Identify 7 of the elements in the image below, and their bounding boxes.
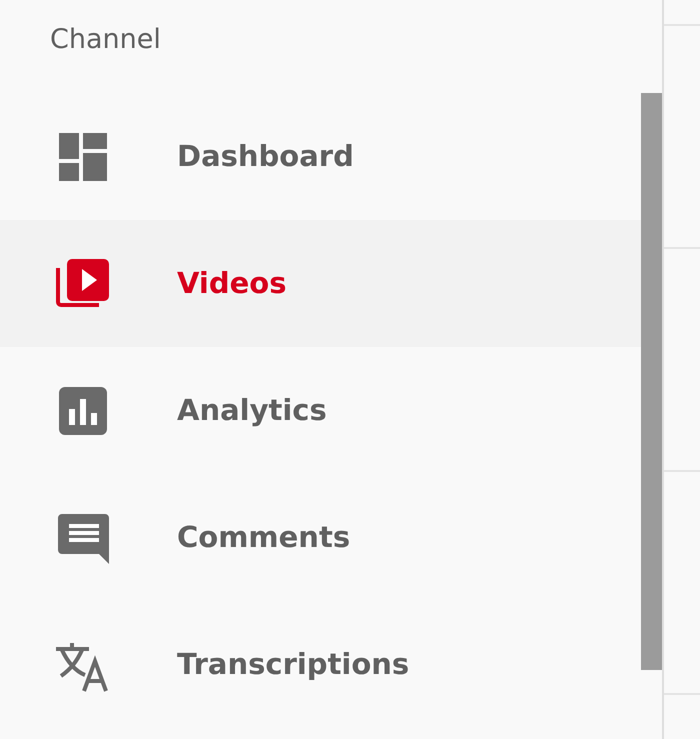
sidebar-item[interactable]: Dashboard xyxy=(0,93,641,220)
section-heading: Channel xyxy=(49,23,162,57)
sidebar-item[interactable]: Analytics xyxy=(0,347,641,474)
sidebar-item[interactable]: Videos xyxy=(0,220,641,347)
scrollbar-thumb[interactable] xyxy=(641,93,662,670)
sidebar-item[interactable]: Comments xyxy=(0,474,641,601)
sidebar-item[interactable]: Transcriptions xyxy=(0,601,641,728)
